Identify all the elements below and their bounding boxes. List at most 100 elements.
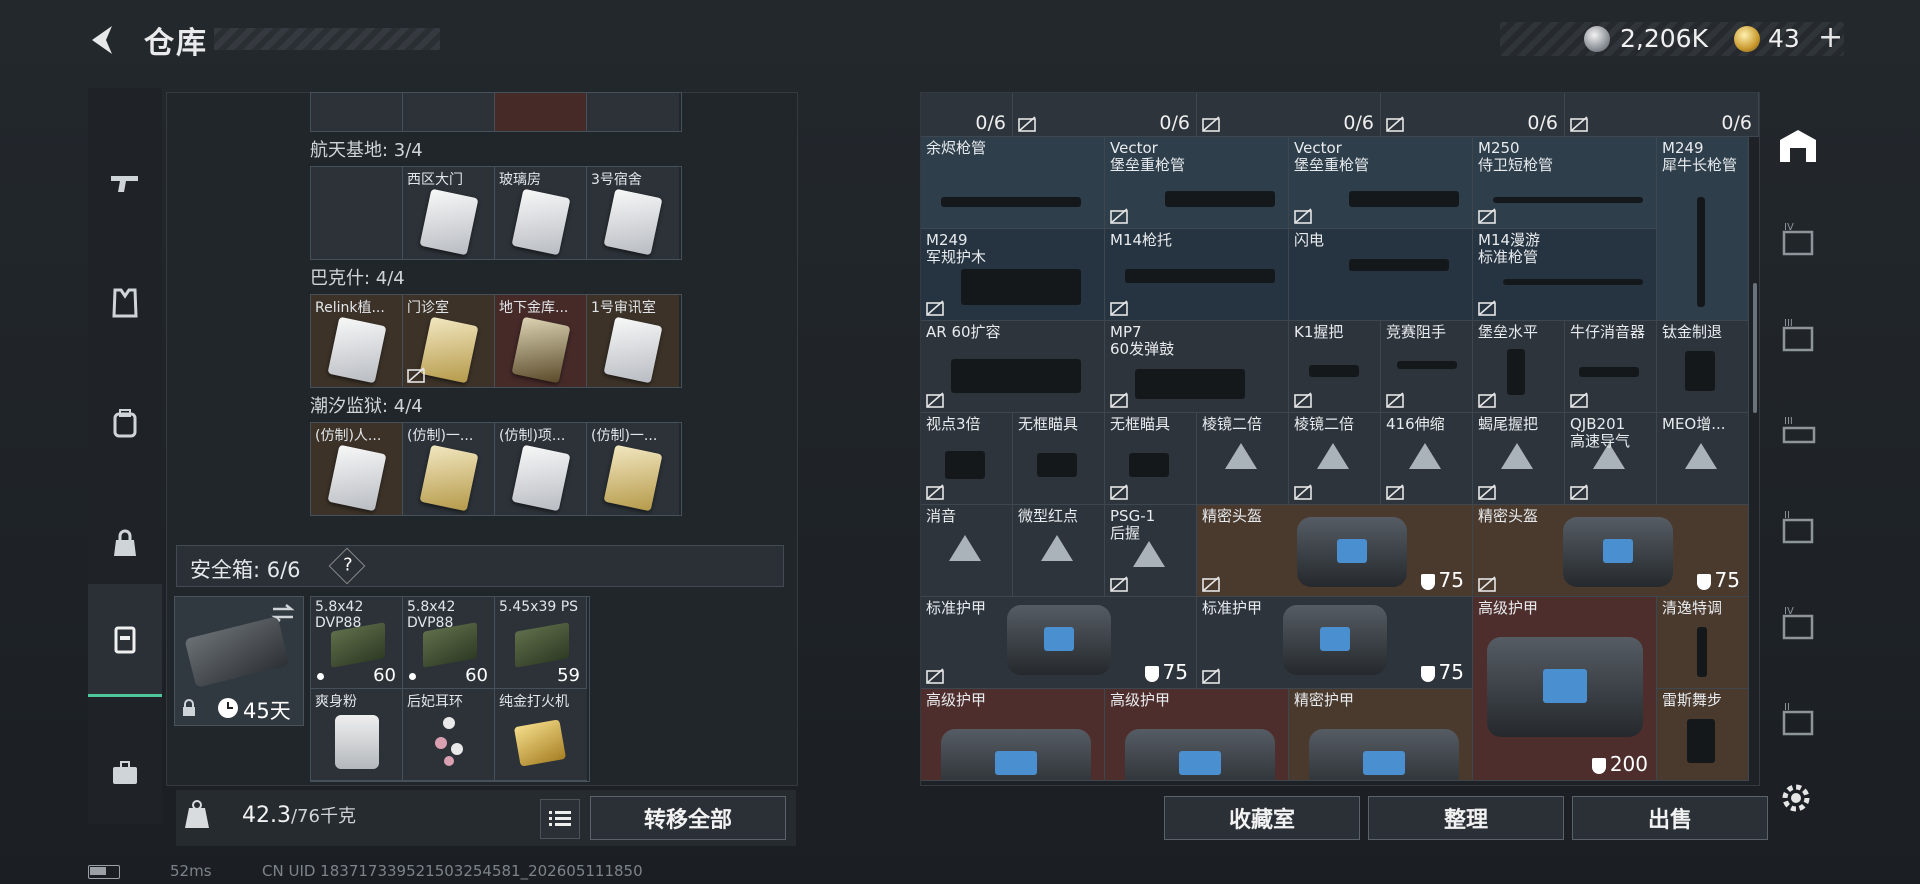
- inventory-item[interactable]: 0/6: [921, 93, 1013, 137]
- scope-placeholder-icon: [1685, 443, 1717, 469]
- inventory-item[interactable]: 微型红点: [1013, 505, 1105, 597]
- slot[interactable]: [495, 93, 587, 131]
- tab-storage-4[interactable]: IV: [1774, 218, 1822, 266]
- section-title-prison: 潮汐监狱: 4/4: [310, 396, 423, 417]
- inventory-item[interactable]: 消音: [921, 505, 1013, 597]
- safe-item-slot[interactable]: 爽身粉: [311, 689, 403, 781]
- inventory-item[interactable]: M249 犀牛长枪管: [1657, 137, 1749, 321]
- list-view-button[interactable]: [540, 799, 580, 839]
- key-slot[interactable]: (仿制)一...: [403, 423, 495, 515]
- not-in-box-icon: [1018, 116, 1036, 132]
- rail-armor[interactable]: [88, 248, 162, 358]
- inventory-item[interactable]: 蝎尾握把: [1473, 413, 1565, 505]
- inventory-item[interactable]: AR 60扩容: [921, 321, 1105, 413]
- inventory-item[interactable]: 0/6: [1013, 93, 1197, 137]
- inventory-item[interactable]: 视点3倍: [921, 413, 1013, 505]
- tab-storage-4b[interactable]: IV: [1774, 602, 1822, 650]
- item-label: 精密头盔: [1202, 507, 1263, 525]
- inventory-item[interactable]: 200 高级护甲: [1473, 597, 1657, 781]
- inventory-item[interactable]: 清逸特调: [1657, 597, 1749, 689]
- warehouse-icon: [1780, 130, 1816, 162]
- inventory-item[interactable]: 闪电: [1289, 229, 1473, 321]
- inventory-item[interactable]: M249 军规护木: [921, 229, 1105, 321]
- inventory-item[interactable]: 75 精密头盔: [1473, 505, 1749, 597]
- tab-storage-3[interactable]: III: [1774, 314, 1822, 362]
- tab-storage-2[interactable]: II: [1774, 506, 1822, 554]
- inventory-item[interactable]: 雷斯舞步: [1657, 689, 1749, 781]
- slot[interactable]: [311, 93, 403, 131]
- inventory-item[interactable]: 精密护甲: [1289, 689, 1473, 781]
- safe-item-slot[interactable]: 纯金打火机: [495, 689, 587, 781]
- inventory-item[interactable]: QJB201 高速导气: [1565, 413, 1657, 505]
- inventory-item[interactable]: MP7 60发弹鼓: [1105, 321, 1289, 413]
- inventory-item[interactable]: M14漫游 标准枪管: [1473, 229, 1657, 321]
- shield-icon: [1420, 665, 1435, 682]
- inventory-item[interactable]: Vector 堡垒重枪管: [1289, 137, 1473, 229]
- settings-gear-icon[interactable]: [1778, 780, 1814, 816]
- add-currency-button[interactable]: +: [1818, 20, 1843, 55]
- tab-storage-2b[interactable]: II: [1774, 698, 1822, 746]
- rail-bag[interactable]: [88, 488, 162, 598]
- scrollbar[interactable]: [1753, 283, 1757, 413]
- key-slot[interactable]: (仿制)人...: [311, 423, 403, 515]
- keycard-image: [511, 316, 571, 384]
- inventory-item[interactable]: 余烬枪管: [921, 137, 1105, 229]
- inventory-item[interactable]: 0/6: [1381, 93, 1565, 137]
- inventory-item[interactable]: 0/6: [1197, 93, 1381, 137]
- inventory-item[interactable]: 棱镜二倍: [1289, 413, 1381, 505]
- inventory-item[interactable]: 75 标准护甲: [1197, 597, 1473, 689]
- inventory-item[interactable]: Vector 堡垒重枪管: [1105, 137, 1289, 229]
- key-slot[interactable]: Relink植...: [311, 295, 403, 387]
- key-slot[interactable]: (仿制)一...: [587, 423, 679, 515]
- inventory-item[interactable]: MEO增...: [1657, 413, 1749, 505]
- item-label: 5.45x39 PS: [499, 599, 579, 615]
- inventory-item[interactable]: 无框瞄具: [1105, 413, 1197, 505]
- safe-item-slot[interactable]: 5.45x39 PS 59: [495, 597, 587, 689]
- inventory-item[interactable]: 75 标准护甲: [921, 597, 1197, 689]
- slot-label: 门诊室: [407, 300, 449, 316]
- inventory-item[interactable]: 钛金制退: [1657, 321, 1749, 413]
- inventory-item[interactable]: 高级护甲: [1105, 689, 1289, 781]
- inventory-item[interactable]: 竞赛阻手: [1381, 321, 1473, 413]
- key-slot[interactable]: 3号宿舍: [587, 167, 679, 259]
- key-slot[interactable]: 1号审讯室: [587, 295, 679, 387]
- not-in-box-icon: [1570, 484, 1588, 500]
- inventory-item[interactable]: 牛仔消音器: [1565, 321, 1657, 413]
- key-slot[interactable]: [311, 167, 403, 259]
- key-slot[interactable]: 地下金库...: [495, 295, 587, 387]
- rail-toolbox[interactable]: [88, 718, 162, 828]
- collection-room-button[interactable]: 收藏室: [1164, 796, 1360, 840]
- weapon-part-image: [1493, 197, 1643, 203]
- tab-storage-3b[interactable]: III: [1774, 410, 1822, 458]
- inventory-item[interactable]: 高级护甲: [921, 689, 1105, 781]
- sell-button[interactable]: 出售: [1572, 796, 1768, 840]
- back-arrow-icon[interactable]: [86, 22, 122, 58]
- inventory-item[interactable]: M14枪托: [1105, 229, 1289, 321]
- rail-weapons[interactable]: [88, 128, 162, 238]
- inventory-item[interactable]: PSG-1 后握: [1105, 505, 1197, 597]
- safe-item-slot[interactable]: 5.8x42 DVP88 60: [311, 597, 403, 689]
- safe-box-container[interactable]: 45天: [174, 596, 304, 726]
- key-slot[interactable]: 玻璃房: [495, 167, 587, 259]
- safe-item-slot[interactable]: 后妃耳环: [403, 689, 495, 781]
- inventory-item[interactable]: 堡垒水平: [1473, 321, 1565, 413]
- slot[interactable]: [587, 93, 679, 131]
- slot[interactable]: [403, 93, 495, 131]
- rail-safe-box[interactable]: [88, 584, 162, 697]
- inventory-item[interactable]: 棱镜二倍: [1197, 413, 1289, 505]
- inventory-item[interactable]: 0/6: [1565, 93, 1759, 137]
- transfer-all-button[interactable]: 转移全部: [590, 796, 786, 840]
- key-slot[interactable]: (仿制)项...: [495, 423, 587, 515]
- rail-backpack[interactable]: [88, 368, 162, 478]
- safe-item-slot[interactable]: 5.8x42 DVP88 60: [403, 597, 495, 689]
- tab-main-storage[interactable]: [1774, 122, 1822, 170]
- key-slot[interactable]: 门诊室: [403, 295, 495, 387]
- inventory-item[interactable]: 416伸缩: [1381, 413, 1473, 505]
- sort-button[interactable]: 整理: [1368, 796, 1564, 840]
- inventory-item[interactable]: 无框瞄具: [1013, 413, 1105, 505]
- inventory-item[interactable]: M250 侍卫短枪管: [1473, 137, 1657, 229]
- inventory-item[interactable]: 75 精密头盔: [1197, 505, 1473, 597]
- key-slot[interactable]: 西区大门: [403, 167, 495, 259]
- inventory-item[interactable]: K1握把: [1289, 321, 1381, 413]
- armor-screen: [1543, 669, 1587, 703]
